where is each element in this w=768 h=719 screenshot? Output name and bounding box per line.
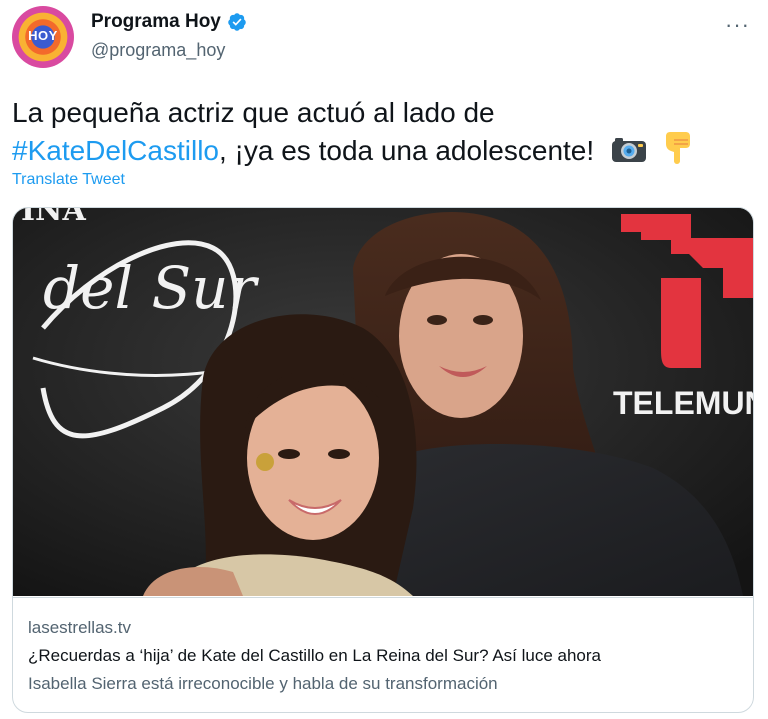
link-card-domain: lasestrellas.tv [28, 618, 131, 637]
avatar[interactable]: HOY [12, 6, 74, 68]
link-card[interactable]: INA del Sur TELEMUNDO [12, 207, 754, 713]
more-options-icon[interactable]: ··· [725, 12, 750, 38]
backdrop-text-top: INA [21, 208, 86, 228]
author-display-name[interactable]: Programa Hoy [91, 11, 221, 33]
backdrop-text-telemundo: TELEMUNDO [613, 385, 753, 421]
link-card-image[interactable]: INA del Sur TELEMUNDO [13, 208, 753, 596]
hashtag-link[interactable]: #KateDelCastillo [12, 135, 219, 166]
camera-with-flash-icon [611, 138, 646, 162]
verified-badge-icon [228, 13, 246, 31]
link-card-description: Isabella Sierra está irreconocible y hab… [28, 674, 498, 693]
tweet-text: La pequeña actriz que actuó al lado de #… [12, 96, 752, 168]
tweet-text-before: La pequeña actriz que actuó al lado de [12, 97, 495, 128]
link-card-title[interactable]: ¿Recuerdas a ‘hija’ de Kate del Castillo… [28, 646, 601, 666]
author-name-row: Programa Hoy [91, 11, 247, 33]
tweet: HOY Programa Hoy @programa_hoy ··· La pe… [0, 0, 768, 719]
tweet-text-after: , ¡ya es toda una adolescente! [219, 135, 595, 166]
backhand-index-pointing-down-icon [665, 132, 690, 164]
photo-kate-del-castillo-isabella-sierra: INA del Sur TELEMUNDO [13, 208, 753, 596]
author-handle[interactable]: @programa_hoy [91, 40, 225, 61]
programa-hoy-logo-icon: HOY [28, 28, 58, 43]
link-card-meta: lasestrellas.tv ¿Recuerdas a ‘hija’ de K… [13, 597, 753, 712]
translate-tweet-link[interactable]: Translate Tweet [12, 171, 125, 189]
